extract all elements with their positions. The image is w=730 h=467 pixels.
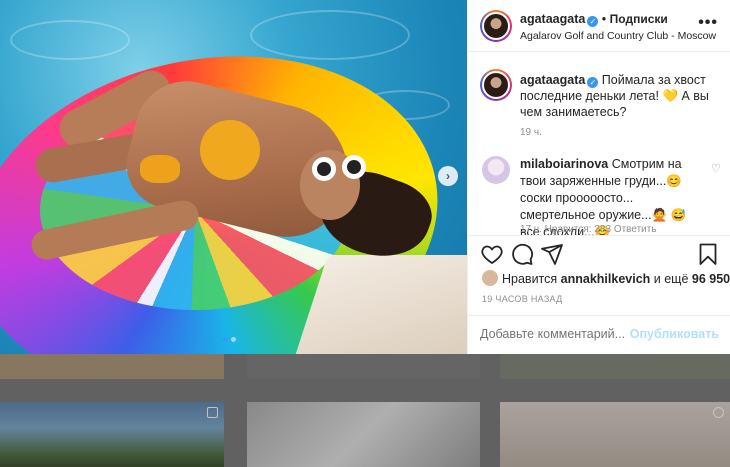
post-timestamp[interactable]: 19 ЧАСОВ НАЗАД <box>482 294 563 304</box>
post-header: agataagata ✓ • Подписки Agalarov Golf and… <box>468 0 730 52</box>
author-line: agataagata ✓ • Подписки <box>520 12 668 27</box>
verified-badge-icon: ✓ <box>587 77 599 88</box>
publish-button[interactable]: Опубликовать <box>630 327 719 341</box>
water-ripple <box>250 10 410 60</box>
caption-time[interactable]: 19 ч. <box>520 127 542 138</box>
likes-summary: Нравится annakhilkevich и ещё 96 950 <box>482 270 730 286</box>
following-button[interactable]: Подписки <box>610 12 668 26</box>
author-username[interactable]: agataagata <box>520 12 585 26</box>
caption-author-avatar[interactable] <box>480 69 512 101</box>
carousel-dot <box>231 337 236 342</box>
bookmark-icon[interactable] <box>696 242 720 266</box>
post-actions: Нравится annakhilkevich и ещё 96 950 19 … <box>468 235 730 355</box>
separator-dot: • <box>601 12 607 26</box>
caption-author[interactable]: agataagata <box>520 73 585 87</box>
sunglasses <box>312 155 370 181</box>
heart-outline-icon[interactable]: ♡ <box>711 162 721 175</box>
comments-section: agataagata ✓ Поймала за хвост последние д… <box>468 53 730 235</box>
comment-input[interactable] <box>480 327 640 341</box>
likes-suffix: и ещё <box>653 272 689 286</box>
carousel-dot-active <box>223 337 228 342</box>
carousel-indicator <box>223 337 236 342</box>
figure-swimsuit <box>140 155 180 183</box>
comment-meta: 17 ч. Нравится: 283 Ответить <box>520 224 657 235</box>
verified-badge-icon: ✓ <box>587 16 599 27</box>
likes-count[interactable]: 96 950 <box>692 272 730 286</box>
liked-by-username[interactable]: annakhilkevich <box>561 272 651 286</box>
comment-composer: Опубликовать <box>468 315 730 355</box>
post-details-panel: agataagata ✓ • Подписки Agalarov Golf and… <box>467 0 730 354</box>
likes-prefix: Нравится <box>502 272 558 286</box>
profile-grid-background <box>0 354 730 467</box>
liker-avatar[interactable] <box>482 270 498 286</box>
action-icons <box>480 242 720 268</box>
caption-body: agataagata ✓ Поймала за хвост последние д… <box>520 72 720 120</box>
water-ripple <box>10 20 130 60</box>
more-icon[interactable]: ••• <box>698 14 718 32</box>
post-photo[interactable]: › <box>0 0 467 354</box>
carousel-next-button[interactable]: › <box>438 166 458 186</box>
figure-swimsuit <box>200 120 260 180</box>
commenter-username[interactable]: milaboiarinova <box>520 157 608 171</box>
post-location[interactable]: Agalarov Golf and Country Club - Moscow <box>520 30 716 42</box>
instagram-post-modal: › agataagata ✓ • Подписки Agalarov Golf a… <box>0 0 730 467</box>
heart-icon[interactable] <box>480 242 504 266</box>
share-icon[interactable] <box>540 242 564 266</box>
modal-backdrop[interactable] <box>0 354 730 467</box>
comment-icon[interactable] <box>510 242 534 266</box>
author-avatar[interactable] <box>480 10 512 42</box>
commenter-avatar[interactable] <box>482 156 510 184</box>
